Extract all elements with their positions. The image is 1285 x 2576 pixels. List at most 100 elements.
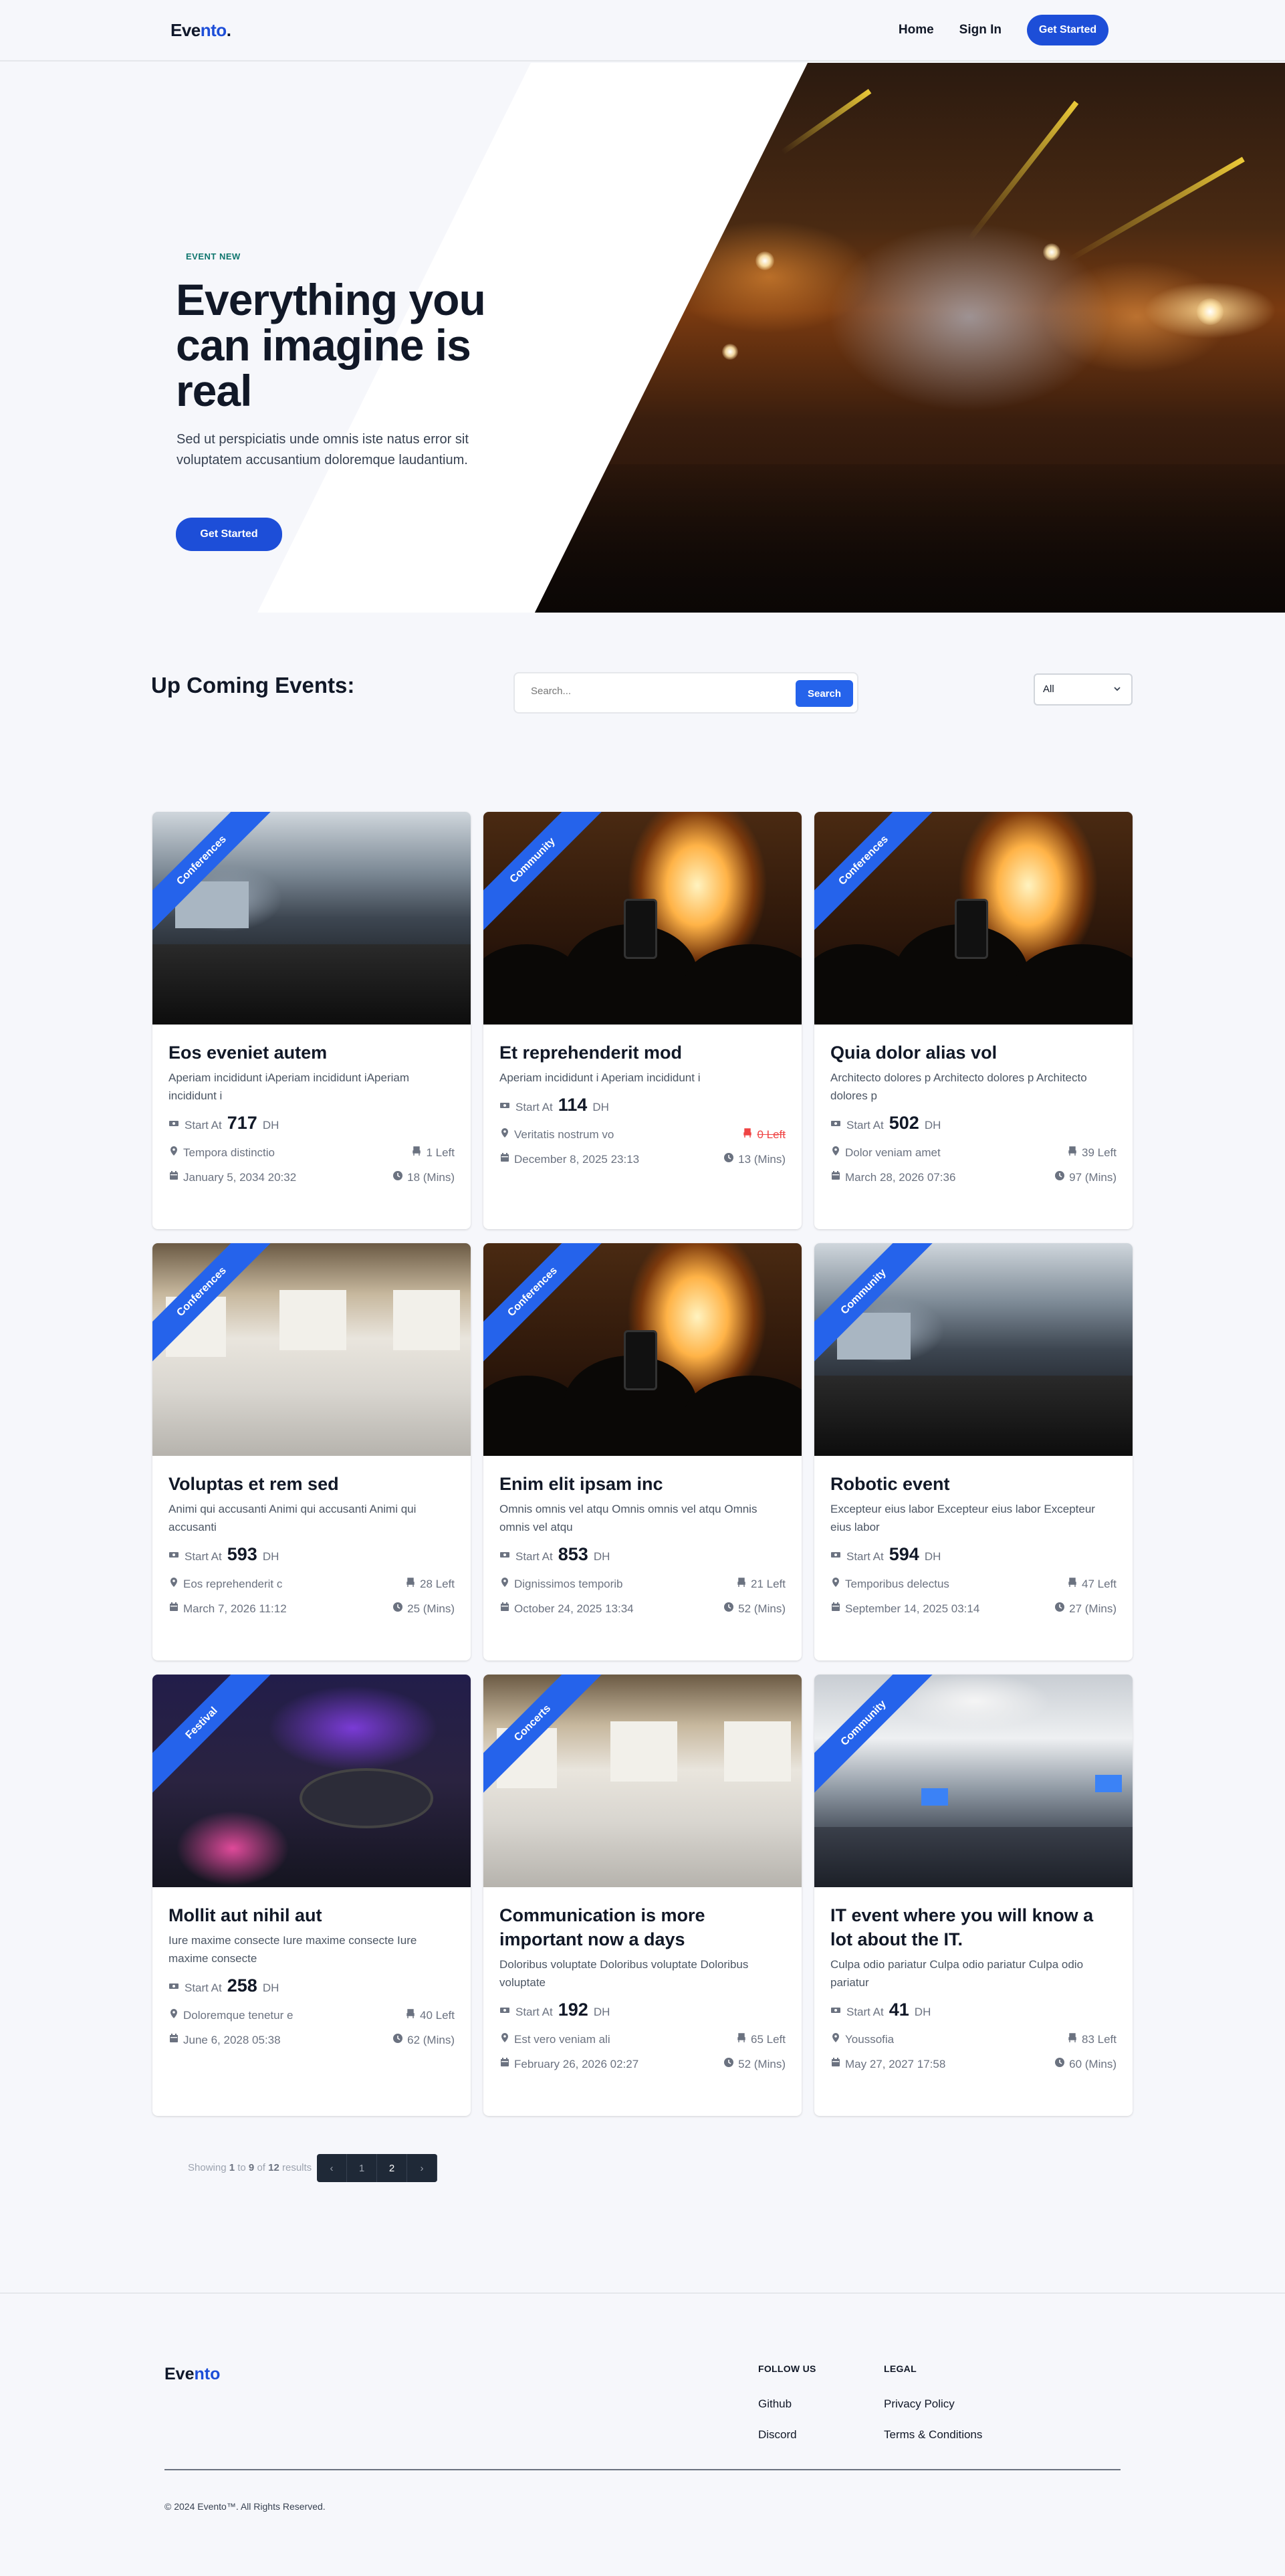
event-location: Eos reprehenderit c: [183, 1577, 283, 1590]
event-duration: 62 (Mins): [407, 2033, 455, 2046]
seats-left: 21 Left: [751, 1577, 786, 1590]
pagination-next-button[interactable]: ›: [407, 2154, 437, 2182]
event-duration: 25 (Mins): [407, 1602, 455, 1615]
event-location: Veritatis nostrum vo: [514, 1128, 614, 1141]
seat-icon: [405, 1577, 416, 1591]
category-ribbon: Conferences: [483, 1243, 604, 1364]
footer-github-link[interactable]: Github: [758, 2397, 792, 2411]
money-icon: [168, 1118, 179, 1132]
logo-text-part2: nto: [200, 20, 227, 40]
pagination-prev-button[interactable]: ‹: [317, 2154, 347, 2182]
search-input[interactable]: [531, 685, 772, 697]
search-button[interactable]: Search: [796, 680, 853, 707]
event-image[interactable]: Conferences: [814, 812, 1133, 1025]
hero-get-started-button[interactable]: Get Started: [176, 518, 282, 551]
event-title[interactable]: Enim elit ipsam inc: [499, 1472, 786, 1496]
event-title[interactable]: Voluptas et rem sed: [168, 1472, 455, 1496]
currency-label: DH: [914, 2006, 931, 2018]
footer: Evento FOLLOW US Github Discord LEGAL Pr…: [0, 2292, 1285, 2576]
event-image[interactable]: Conferences: [152, 1243, 471, 1456]
event-date: October 24, 2025 13:34: [514, 1602, 634, 1615]
event-image[interactable]: Community: [814, 1243, 1133, 1456]
clock-icon: [1054, 1602, 1065, 1616]
event-duration: 97 (Mins): [1069, 1170, 1117, 1184]
money-icon: [499, 1100, 510, 1114]
event-location: Dignissimos temporib: [514, 1577, 623, 1590]
event-image[interactable]: Conferences: [152, 812, 471, 1025]
category-filter-select[interactable]: All: [1034, 673, 1133, 706]
event-image[interactable]: Community: [814, 1675, 1133, 1887]
footer-divider: [164, 2469, 1121, 2470]
event-card[interactable]: Festival Mollit aut nihil aut Iure maxime …: [152, 1675, 471, 2116]
stage-light: [1197, 298, 1223, 325]
calendar-icon: [499, 1152, 510, 1166]
currency-label: DH: [924, 1119, 941, 1132]
footer-discord-link[interactable]: Discord: [758, 2428, 797, 2442]
currency-label: DH: [262, 1550, 279, 1563]
event-card[interactable]: Conferences Voluptas et rem sed Animi qui …: [152, 1243, 471, 1660]
logo-text-part1: Eve: [170, 20, 201, 40]
hero-subtitle: Sed ut perspiciatis unde omnis iste natu…: [177, 432, 469, 467]
event-price: Start At 594 DH: [830, 1544, 1117, 1565]
event-card[interactable]: Conferences Eos eveniet autem Aperiam inci…: [152, 812, 471, 1229]
event-title[interactable]: IT event where you will know a lot about…: [830, 1903, 1117, 1951]
footer-terms-link[interactable]: Terms & Conditions: [884, 2428, 982, 2442]
event-card[interactable]: Community Robotic event Excepteur eius lab…: [814, 1243, 1133, 1660]
brand-logo[interactable]: Evento.: [170, 20, 231, 41]
event-image[interactable]: Conferences: [483, 1243, 802, 1456]
event-title[interactable]: Mollit aut nihil aut: [168, 1903, 455, 1927]
event-title[interactable]: Robotic event: [830, 1472, 1117, 1496]
event-price: Start At 192 DH: [499, 2000, 786, 2020]
chevron-down-icon: [1114, 687, 1121, 691]
nav-get-started-button[interactable]: Get Started: [1027, 15, 1108, 45]
event-description: Animi qui accusanti Animi qui accusanti …: [168, 1503, 417, 1533]
calendar-icon: [499, 1602, 510, 1616]
event-image[interactable]: Festival: [152, 1675, 471, 1887]
pagination-to-word: to: [237, 2162, 246, 2173]
event-description: Iure maxime consecte Iure maxime consect…: [168, 1934, 417, 1965]
clock-icon: [723, 1602, 734, 1616]
seats-left: 65 Left: [751, 2032, 786, 2046]
pagination-page-2[interactable]: 2: [377, 2154, 407, 2182]
event-card[interactable]: Community IT event where you will know a …: [814, 1675, 1133, 2116]
price-value: 717: [227, 1113, 257, 1133]
currency-label: DH: [262, 1981, 279, 1994]
event-description: Architecto dolores p Architecto dolores …: [830, 1071, 1087, 1102]
stage-beam: [780, 88, 872, 155]
event-title[interactable]: Et reprehenderit mod: [499, 1041, 786, 1065]
seat-icon: [1067, 1577, 1078, 1591]
event-image[interactable]: Community: [483, 812, 802, 1025]
event-title[interactable]: Eos eveniet autem: [168, 1041, 455, 1065]
nav-sign-in-link[interactable]: Sign In: [959, 23, 1002, 37]
calendar-icon: [830, 1170, 841, 1184]
nav-home-link[interactable]: Home: [899, 23, 934, 37]
clock-icon: [1054, 2057, 1065, 2071]
currency-label: DH: [592, 1101, 609, 1113]
clock-icon: [1054, 1170, 1065, 1184]
pagination-total: 12: [268, 2162, 279, 2173]
event-title[interactable]: Communication is more important now a da…: [499, 1903, 786, 1951]
event-card[interactable]: Conferences Enim elit ipsam inc Omnis omni…: [483, 1243, 802, 1660]
upcoming-events-title: Up Coming Events:: [151, 673, 355, 697]
stage-light: [1043, 243, 1060, 261]
event-card[interactable]: Concerts Communication is more important …: [483, 1675, 802, 2116]
crowd-silhouette: [535, 464, 1285, 613]
seat-icon: [1067, 2032, 1078, 2046]
top-navbar: Evento. Home Sign In Get Started: [0, 0, 1285, 62]
hero-section: EVENT NEW Everything you can imagine is …: [0, 63, 1285, 613]
event-location: Youssofia: [845, 2032, 895, 2046]
event-card[interactable]: Conferences Quia dolor alias vol Architect…: [814, 812, 1133, 1229]
pagination-page-1[interactable]: 1: [347, 2154, 377, 2182]
event-card[interactable]: Community Et reprehenderit mod Aperiam inc…: [483, 812, 802, 1229]
start-at-label: Start At: [515, 1101, 553, 1113]
calendar-icon: [168, 1170, 179, 1184]
start-at-label: Start At: [846, 1119, 884, 1132]
event-location: Doloremque tenetur e: [183, 2008, 294, 2022]
event-title[interactable]: Quia dolor alias vol: [830, 1041, 1117, 1065]
calendar-icon: [168, 2033, 179, 2047]
event-image[interactable]: Concerts: [483, 1675, 802, 1887]
event-price: Start At 502 DH: [830, 1113, 1117, 1134]
footer-logo[interactable]: Evento: [164, 2365, 220, 2384]
calendar-icon: [830, 2057, 841, 2071]
footer-privacy-link[interactable]: Privacy Policy: [884, 2397, 955, 2411]
